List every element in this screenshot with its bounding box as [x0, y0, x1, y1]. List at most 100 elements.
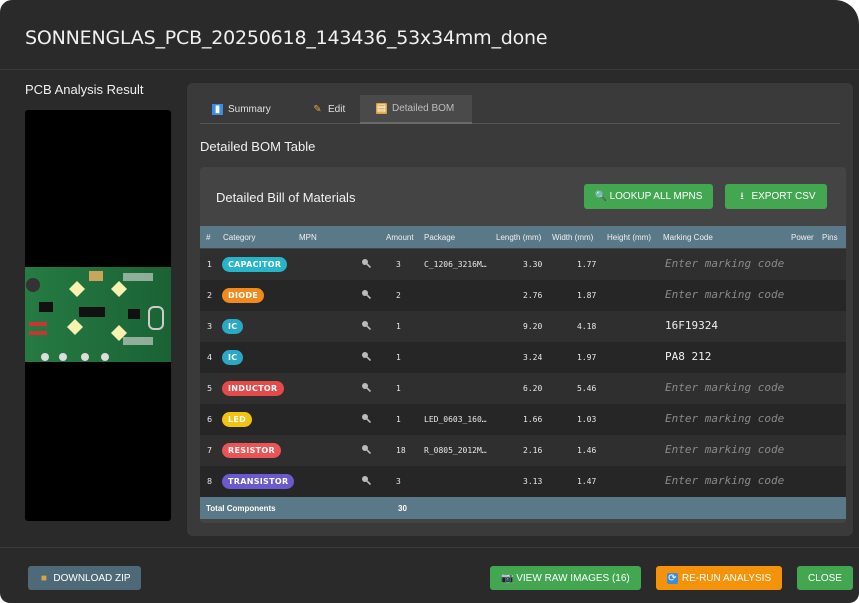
length-cell: 2.76 [523, 291, 543, 300]
col-marking[interactable]: Marking Code [663, 233, 713, 242]
marking-code-input[interactable]: Enter marking code [665, 381, 784, 394]
col-width[interactable]: Width (mm) [552, 233, 593, 242]
table-row[interactable]: 8 TRANSISTOR 3 3.13 1.47 Enter marking code [200, 466, 846, 497]
table-row[interactable]: 7 RESISTOR 18 R_0805_2012M… 2.16 1.46 Enter ma… [200, 435, 846, 466]
length-cell: 3.13 [523, 477, 543, 486]
table-row[interactable]: 3 IC 1 9.20 4.18 16F19324 [200, 311, 846, 342]
lookup-all-mpns-button[interactable]: 🔍 LOOKUP ALL MPNS [584, 184, 713, 209]
amount-cell: 1 [396, 384, 401, 393]
tab-edit[interactable]: ✎ Edit [308, 95, 349, 124]
marking-code-input[interactable]: PA8 212 [665, 350, 711, 363]
search-icon[interactable] [361, 320, 372, 331]
width-cell: 1.46 [577, 446, 597, 455]
amount-cell: 18 [396, 446, 406, 455]
close-button[interactable]: CLOSE [797, 566, 853, 590]
footer-divider [0, 547, 859, 548]
clipboard-icon: ▤ [376, 103, 387, 114]
width-cell: 1.47 [577, 477, 597, 486]
tab-summary[interactable]: ▮ Summary [208, 95, 275, 124]
col-height[interactable]: Height (mm) [607, 233, 651, 242]
row-index: 8 [207, 477, 213, 486]
marking-code-input[interactable]: Enter marking code [665, 288, 784, 301]
col-power[interactable]: Power [791, 233, 814, 242]
export-csv-button[interactable]: ⭳ EXPORT CSV [725, 184, 827, 209]
pcb-result-label: PCB Analysis Result [25, 82, 144, 97]
window-title: SONNENGLAS_PCB_20250618_143436_53x34mm_d… [25, 27, 548, 49]
table-row[interactable]: 6 LED 1 LED_0603_160… 1.66 1.03 Enter marking … [200, 404, 846, 435]
amount-cell: 3 [396, 260, 401, 269]
download-zip-button[interactable]: ■ DOWNLOAD ZIP [28, 566, 141, 590]
width-cell: 1.77 [577, 260, 597, 269]
total-amount: 30 [398, 504, 407, 513]
marking-code-input[interactable]: Enter marking code [665, 474, 784, 487]
camera-icon: 📷 [501, 572, 514, 584]
section-title: Detailed BOM Table [200, 139, 316, 154]
search-icon[interactable] [361, 351, 372, 362]
category-badge: DIODE [222, 288, 265, 303]
search-icon: 🔍 [594, 191, 608, 202]
row-index: 7 [207, 446, 213, 455]
pcb-preview-image[interactable] [25, 110, 171, 521]
length-cell: 3.30 [523, 260, 543, 269]
length-cell: 6.20 [523, 384, 543, 393]
search-icon[interactable] [361, 289, 372, 300]
marking-code-input[interactable]: 16F19324 [665, 319, 718, 332]
box-icon: ■ [40, 572, 47, 584]
category-badge: INDUCTOR [222, 381, 284, 396]
col-pins[interactable]: Pins [822, 233, 838, 242]
title-bar: SONNENGLAS_PCB_20250618_143436_53x34mm_d… [0, 0, 859, 70]
download-tray-icon: ⭳ [740, 191, 744, 202]
width-cell: 5.46 [577, 384, 597, 393]
col-category[interactable]: Category [223, 233, 255, 242]
table-row[interactable]: 2 DIODE 2 2.76 1.87 Enter marking code [200, 280, 846, 311]
table-row[interactable]: 1 CAPACITOR 3 C_1206_3216M… 3.30 1.77 Enter ma… [200, 249, 846, 280]
marking-code-input[interactable]: Enter marking code [665, 257, 784, 270]
length-cell: 9.20 [523, 322, 543, 331]
bom-dialog: SONNENGLAS_PCB_20250618_143436_53x34mm_d… [0, 0, 859, 603]
marking-code-input[interactable]: Enter marking code [665, 412, 784, 425]
view-raw-images-button[interactable]: 📷 VIEW RAW IMAGES (16) [490, 566, 641, 590]
length-cell: 3.24 [523, 353, 543, 362]
row-index: 4 [207, 353, 213, 362]
pcb-board-image [25, 267, 171, 362]
amount-cell: 1 [396, 353, 401, 362]
total-label: Total Components [206, 504, 276, 513]
table-header: # Category MPN Amount Package Length (mm… [200, 226, 846, 248]
package-cell: LED_0603_160… [424, 415, 487, 424]
table-row[interactable]: 4 IC 1 3.24 1.97 PA8 212 [200, 342, 846, 373]
tab-edit-label: Edit [328, 104, 346, 115]
amount-cell: 1 [396, 322, 401, 331]
search-icon[interactable] [361, 258, 372, 269]
table-row[interactable]: 5 INDUCTOR 1 6.20 5.46 Enter marking code [200, 373, 846, 404]
refresh-icon: ⟳ [666, 572, 678, 584]
category-badge: TRANSISTOR [222, 474, 295, 489]
marking-code-input[interactable]: Enter marking code [665, 443, 784, 456]
rerun-analysis-label: RE-RUN ANALYSIS [681, 572, 772, 584]
rerun-analysis-button[interactable]: ⟳ RE-RUN ANALYSIS [656, 566, 782, 590]
bom-card-title: Detailed Bill of Materials [216, 190, 356, 205]
package-cell: R_0805_2012M… [424, 446, 487, 455]
amount-cell: 2 [396, 291, 401, 300]
row-index: 2 [207, 291, 213, 300]
tab-detailed-bom[interactable]: ▤ Detailed BOM [360, 95, 472, 124]
search-icon[interactable] [361, 382, 372, 393]
view-raw-images-label: VIEW RAW IMAGES (16) [516, 572, 630, 584]
search-icon[interactable] [361, 413, 372, 424]
total-row: Total Components 30 [200, 497, 846, 519]
download-zip-label: DOWNLOAD ZIP [53, 572, 131, 584]
category-badge: IC [222, 350, 244, 365]
search-icon[interactable] [361, 444, 372, 455]
amount-cell: 1 [396, 415, 401, 424]
tab-bar: ▮ Summary ✎ Edit ▤ Detailed BOM [200, 95, 840, 124]
col-package[interactable]: Package [424, 233, 455, 242]
col-amount[interactable]: Amount [386, 233, 414, 242]
search-icon[interactable] [361, 475, 372, 486]
col-length[interactable]: Length (mm) [496, 233, 541, 242]
col-mpn[interactable]: MPN [299, 233, 317, 242]
length-cell: 1.66 [523, 415, 543, 424]
category-badge: IC [222, 319, 244, 334]
lookup-all-mpns-label: LOOKUP ALL MPNS [609, 191, 703, 202]
tab-detailed-bom-label: Detailed BOM [392, 103, 455, 114]
category-badge: CAPACITOR [222, 257, 288, 272]
row-index: 6 [207, 415, 213, 424]
